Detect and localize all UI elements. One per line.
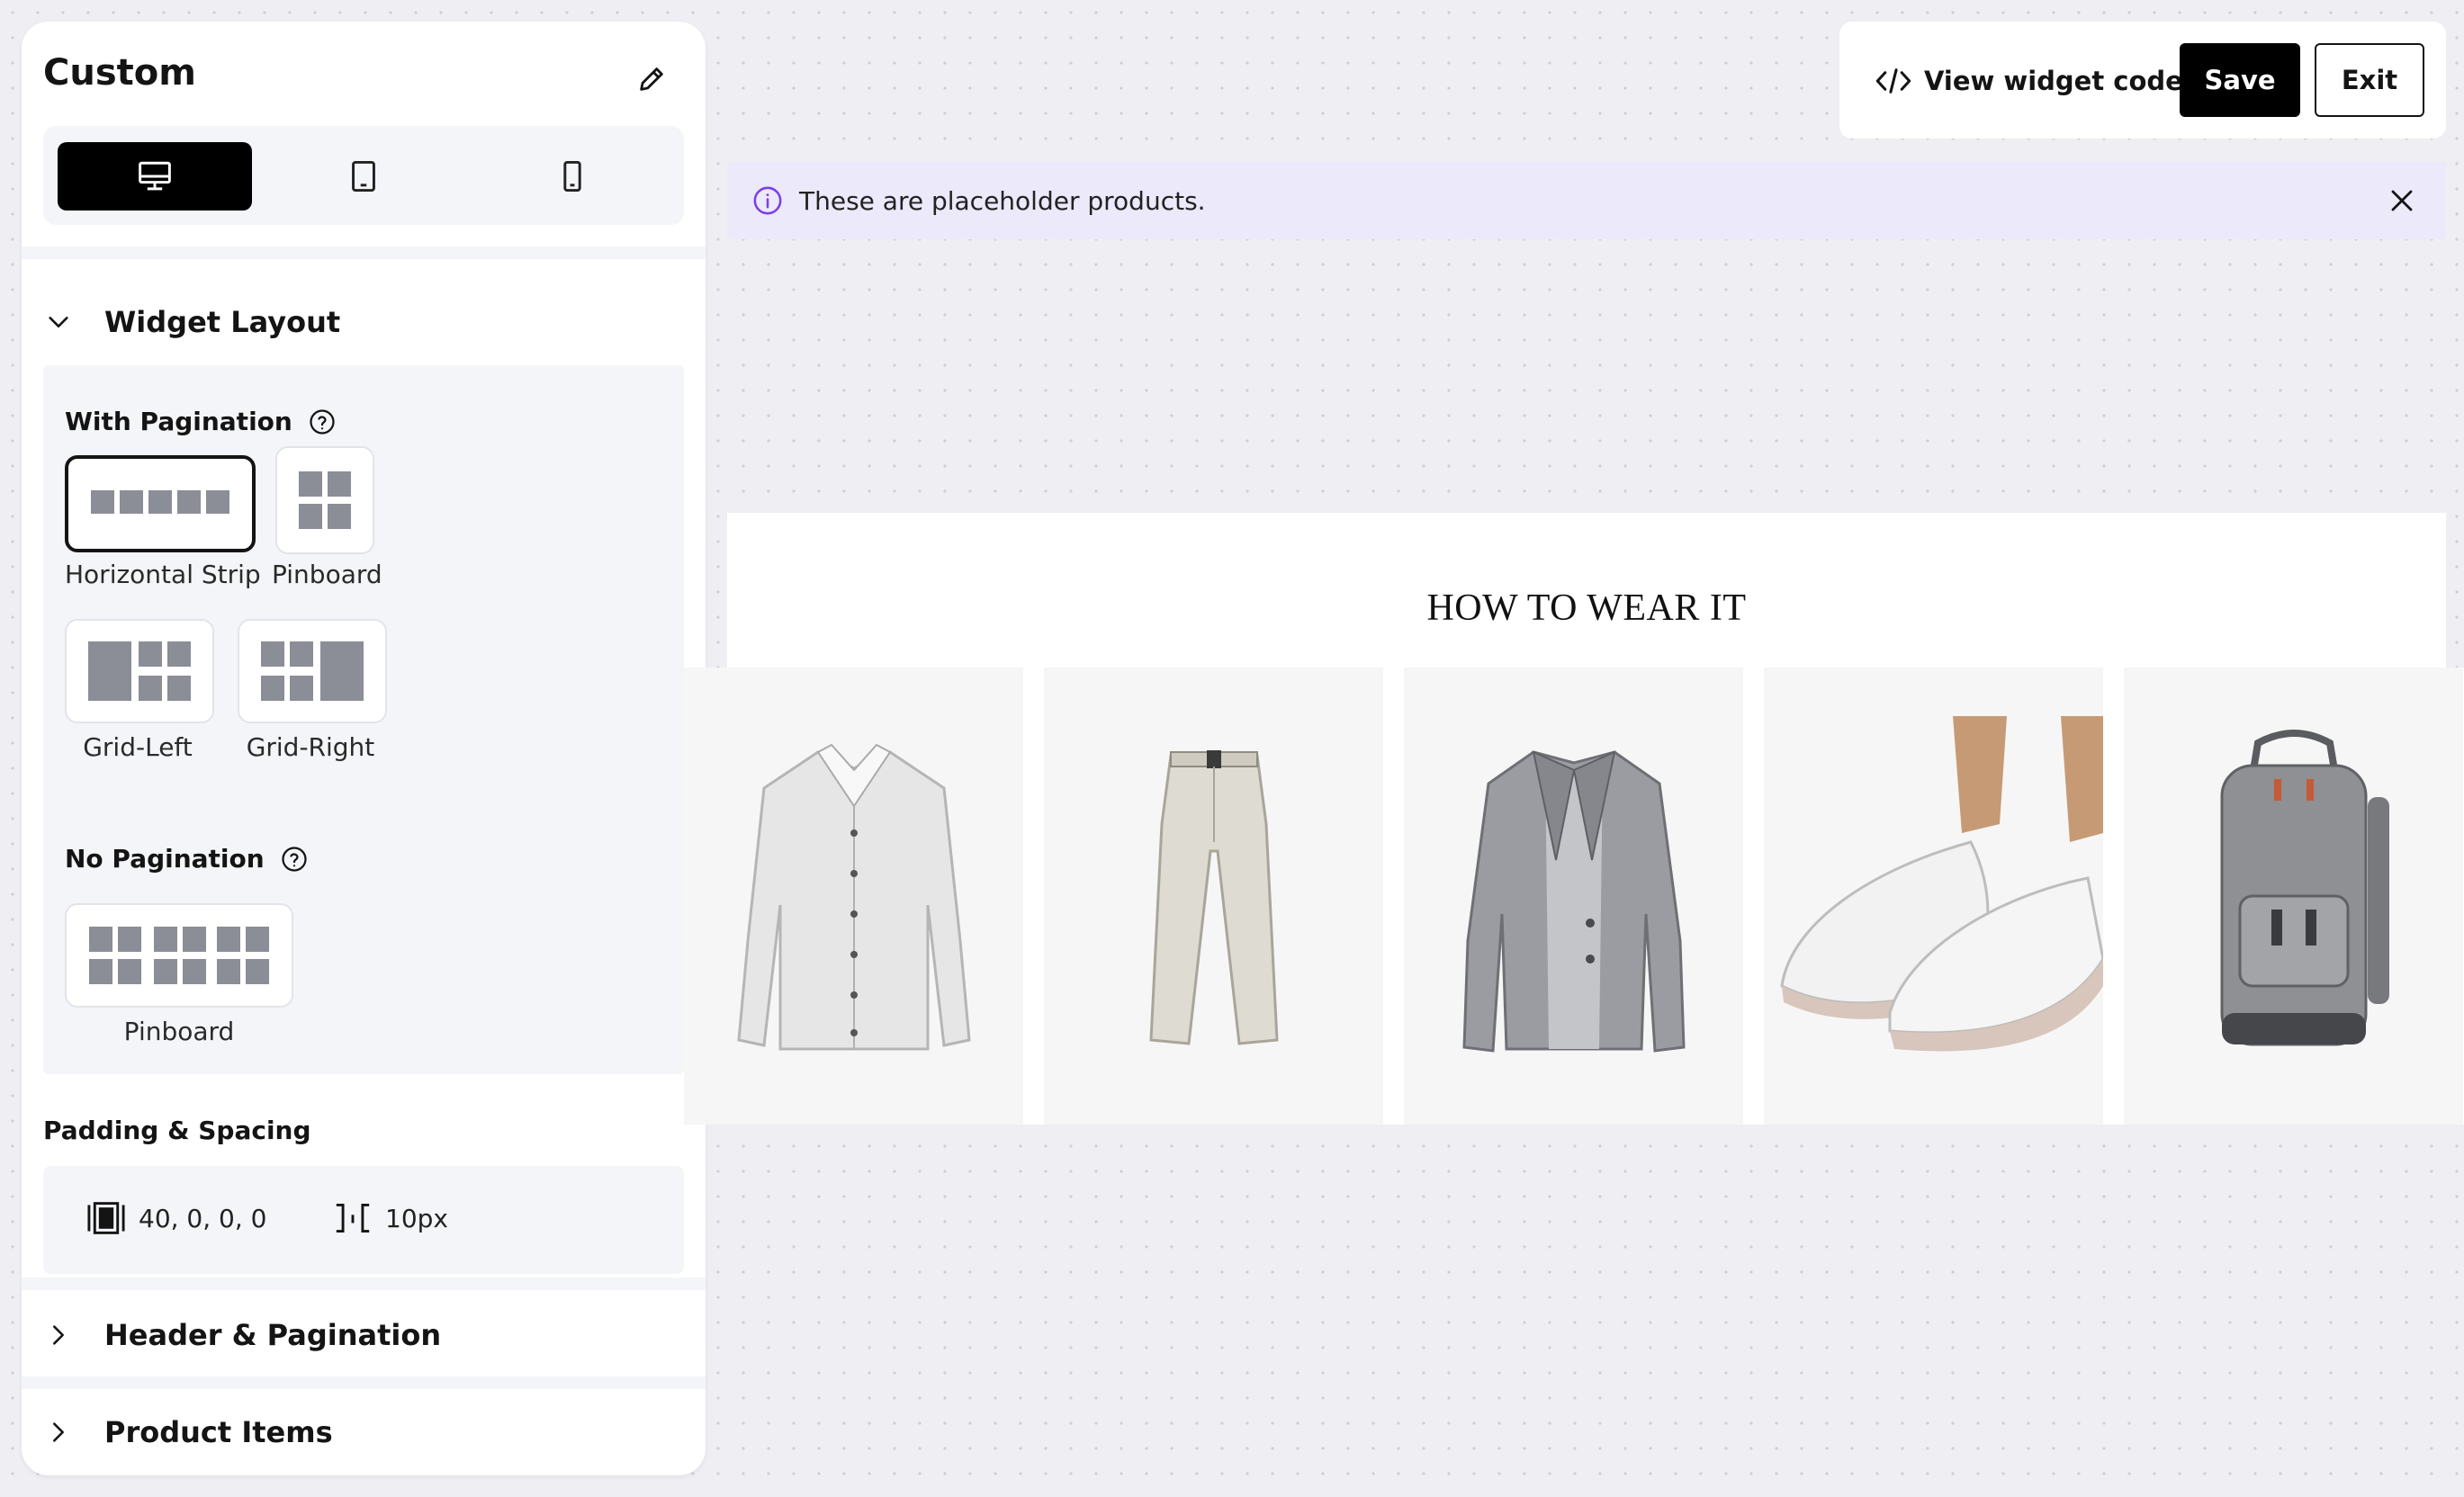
spacing-value: 10px: [385, 1203, 448, 1233]
with-pagination-label: With Pagination: [65, 407, 336, 436]
horizontal-strip-icon: [91, 490, 229, 517]
padding-icon: [87, 1202, 125, 1234]
product-card-sneakers[interactable]: [1764, 668, 2103, 1125]
grid-right-label: Grid-Right: [246, 732, 375, 762]
layout-pinboard[interactable]: [275, 446, 374, 554]
mobile-view-button[interactable]: [475, 142, 670, 211]
mobile-icon: [563, 160, 581, 193]
placeholder-notice: These are placeholder products.: [727, 162, 2446, 239]
settings-panel: Custom Widget Layout With Pagination Hor…: [22, 22, 706, 1475]
blazer-image: [1461, 750, 1686, 1053]
chevron-down-icon: [45, 309, 72, 336]
pinboard-label: Pinboard: [272, 560, 382, 589]
help-circle-icon[interactable]: [281, 846, 308, 873]
with-pagination-text: With Pagination: [65, 407, 292, 436]
spacing-icon: [336, 1204, 370, 1233]
horizontal-strip-label: Horizontal Strip: [65, 560, 261, 589]
layout-grid-left[interactable]: [65, 619, 214, 723]
product-strip: [684, 668, 2464, 1125]
editor-toolbar: View widget code Save Exit: [1839, 22, 2446, 139]
pinboard-wide-icon: [89, 927, 269, 984]
trousers-image: [1148, 750, 1279, 1045]
header-pagination-toggle[interactable]: Header & Pagination: [22, 1294, 706, 1376]
chevron-right-icon: [45, 1419, 72, 1446]
product-items-toggle[interactable]: Product Items: [22, 1391, 706, 1474]
panel-title: Custom: [43, 52, 196, 94]
section-divider: [22, 1376, 706, 1389]
tablet-icon: [352, 160, 375, 193]
exit-button[interactable]: Exit: [2315, 43, 2424, 117]
section-divider: [22, 247, 706, 259]
desktop-icon: [139, 161, 171, 191]
section-divider: [22, 1277, 706, 1290]
shirt-image: [736, 743, 971, 1051]
code-icon: [1875, 68, 1911, 94]
padding-value: 40, 0, 0, 0: [139, 1203, 267, 1233]
device-switcher: [43, 126, 684, 225]
edit-title-button[interactable]: [630, 58, 673, 101]
widget-layout-toggle[interactable]: Widget Layout: [22, 281, 706, 363]
tablet-view-button[interactable]: [266, 142, 461, 211]
padding-spacing-box: 40, 0, 0, 0 10px: [43, 1166, 684, 1274]
layout-pinboard-no-pagination[interactable]: [65, 903, 293, 1008]
view-widget-code-label: View widget code: [1924, 66, 2183, 96]
backpack-image: [2220, 730, 2389, 1046]
widget-title: HOW TO WEAR IT: [1426, 587, 1747, 629]
grid-left-icon: [88, 641, 191, 701]
padding-spacing-title: Padding & Spacing: [43, 1116, 311, 1145]
sneakers-image: [1780, 716, 2103, 1052]
layout-horizontal-strip[interactable]: [65, 455, 256, 552]
widget-preview: HOW TO WEAR IT: [727, 513, 2446, 675]
pinboard-icon: [299, 471, 351, 529]
desktop-view-button[interactable]: [58, 142, 252, 211]
view-widget-code-button[interactable]: View widget code: [1875, 45, 2183, 117]
product-card-shirt[interactable]: [684, 668, 1023, 1125]
grid-right-icon: [261, 641, 364, 701]
pinboard-no-pagination-label: Pinboard: [123, 1017, 235, 1046]
header-pagination-title: Header & Pagination: [104, 1318, 442, 1352]
save-button[interactable]: Save: [2180, 43, 2300, 117]
product-card-blazer[interactable]: [1404, 668, 1743, 1125]
product-card-trousers[interactable]: [1044, 668, 1383, 1125]
product-card-backpack[interactable]: [2124, 668, 2463, 1125]
product-items-title: Product Items: [104, 1415, 333, 1449]
chevron-right-icon: [45, 1322, 72, 1349]
pencil-icon: [640, 67, 663, 91]
layout-options: With Pagination Horizontal Strip Pinboar…: [43, 365, 684, 1074]
no-pagination-label: No Pagination: [65, 844, 308, 874]
padding-control[interactable]: 40, 0, 0, 0: [86, 1200, 266, 1236]
layout-grid-right[interactable]: [238, 619, 387, 723]
grid-left-label: Grid-Left: [83, 732, 193, 762]
spacing-control[interactable]: 10px: [333, 1200, 448, 1236]
widget-layout-title: Widget Layout: [104, 305, 341, 339]
no-pagination-text: No Pagination: [65, 844, 265, 874]
notice-text: These are placeholder products.: [799, 185, 1206, 216]
info-icon: [752, 185, 783, 216]
help-circle-icon[interactable]: [309, 408, 336, 435]
close-icon[interactable]: [2385, 184, 2419, 218]
